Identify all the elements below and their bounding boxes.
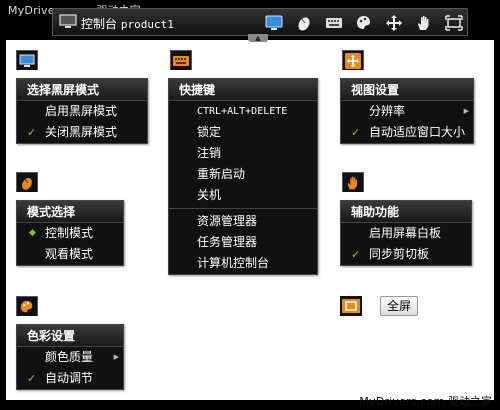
menu-item-logoff[interactable]: 注销 (169, 143, 317, 164)
menu-item-label: 注销 (197, 146, 222, 160)
top-toolbar: 控制台 product1 (52, 8, 468, 36)
submenu-arrow-icon: ▶ (463, 107, 469, 115)
app-window: MyDrivers.com 驱动之家 控制台 product1 (0, 0, 500, 410)
toolbar-title: 控制台 product1 (81, 17, 174, 31)
mouse-icon[interactable] (16, 172, 38, 192)
menu-item-label: 启用黑屏模式 (45, 104, 118, 118)
toolbar-collapse-tab[interactable]: ▲ (248, 34, 268, 42)
color-settings-menu: 色彩设置 颜色质量 ▶ ✓ 自动调节 (16, 324, 124, 390)
menu-item-shutdown[interactable]: 关机 (169, 185, 317, 206)
menu-item-auto-adjust[interactable]: ✓ 自动调节 (17, 368, 123, 389)
palette-icon[interactable] (353, 13, 375, 33)
menu-title: 辅助功能 (341, 201, 471, 223)
check-icon: ✓ (351, 126, 361, 139)
menu-item-label: 颜色质量 (45, 350, 94, 364)
menu-item-label: 分辨率 (369, 104, 406, 118)
menu-item-label: 关机 (197, 188, 222, 202)
menu-item-explorer[interactable]: 资源管理器 (169, 211, 317, 232)
menu-item-label: 任务管理器 (197, 235, 258, 249)
menu-item-label: 自动适应窗口大小 (369, 125, 466, 139)
menu-item-ctrl-alt-delete[interactable]: CTRL+ALT+DELETE (169, 101, 317, 122)
menu-item-label: 计算机控制台 (197, 256, 270, 270)
fullscreen-icon[interactable] (340, 296, 362, 316)
menu-item-label: 重新启动 (197, 167, 246, 181)
monitor-icon[interactable] (263, 13, 285, 33)
menu-item-disable-black-screen[interactable]: ✓ 关闭黑屏模式 (17, 122, 147, 143)
menu-separator (169, 208, 317, 209)
mode-select-menu: 模式选择 ◆ 控制模式 观看模式 (16, 200, 124, 266)
shortcut-menu: 快捷键 CTRL+ALT+DELETE 锁定 注销 重新启动 关机 资源管理器 … (168, 78, 318, 275)
hand-icon[interactable] (413, 13, 435, 33)
menu-title: 色彩设置 (17, 325, 123, 347)
check-icon: ✓ (27, 126, 37, 139)
menu-item-restart[interactable]: 重新启动 (169, 164, 317, 185)
hand-icon[interactable] (342, 172, 364, 192)
watermark-bottom: MyDrivers.com 驱动之家 (359, 395, 492, 408)
keyboard-icon[interactable] (170, 50, 192, 70)
menu-item-computer-console[interactable]: 计算机控制台 (169, 253, 317, 274)
menu-item-task-manager[interactable]: 任务管理器 (169, 232, 317, 253)
mouse-icon[interactable] (293, 13, 315, 33)
menu-item-label: 关闭黑屏模式 (45, 125, 118, 139)
move-icon[interactable] (342, 50, 364, 70)
menu-title: 快捷键 (169, 79, 317, 101)
fullscreen-icon[interactable] (443, 13, 465, 33)
menu-item-lock[interactable]: 锁定 (169, 122, 317, 143)
menu-title: 视图设置 (341, 79, 473, 101)
menu-item-label: 启用屏幕白板 (369, 226, 442, 240)
menu-item-label: 锁定 (197, 125, 222, 139)
menu-title: 模式选择 (17, 201, 123, 223)
menu-item-watch-mode[interactable]: 观看模式 (17, 244, 123, 265)
submenu-arrow-icon: ▶ (113, 353, 119, 361)
menu-item-sync-clipboard[interactable]: ✓ 同步剪切板 (341, 244, 471, 265)
menu-item-auto-fit-window[interactable]: ✓ 自动适应窗口大小 (341, 122, 473, 143)
menu-item-color-quality[interactable]: 颜色质量 ▶ (17, 347, 123, 368)
check-icon: ✓ (27, 372, 37, 385)
menu-item-label: 资源管理器 (197, 214, 258, 228)
assist-menu: 辅助功能 启用屏幕白板 ✓ 同步剪切板 (340, 200, 472, 266)
menu-item-enable-black-screen[interactable]: 启用黑屏模式 (17, 101, 147, 122)
keyboard-icon[interactable] (323, 13, 345, 33)
check-icon: ✓ (351, 248, 361, 261)
menu-item-label: 同步剪切板 (369, 247, 430, 261)
menu-item-label: CTRL+ALT+DELETE (197, 106, 288, 117)
palette-icon[interactable] (16, 296, 38, 316)
menu-item-resolution[interactable]: 分辨率 ▶ (341, 101, 473, 122)
menu-item-label: 观看模式 (45, 247, 94, 261)
menu-title: 选择黑屏模式 (17, 79, 147, 101)
menu-item-control-mode[interactable]: ◆ 控制模式 (17, 223, 123, 244)
fullscreen-button[interactable]: 全屏 (380, 296, 419, 316)
menu-item-whiteboard[interactable]: 启用屏幕白板 (341, 223, 471, 244)
menu-item-label: 自动调节 (45, 371, 94, 385)
toolbar-icons (263, 13, 465, 33)
black-screen-menu: 选择黑屏模式 启用黑屏模式 ✓ 关闭黑屏模式 (16, 78, 148, 144)
view-settings-menu: 视图设置 分辨率 ▶ ✓ 自动适应窗口大小 (340, 78, 474, 144)
radio-dot-icon: ◆ (29, 228, 36, 238)
move-icon[interactable] (383, 13, 405, 33)
monitor-icon (59, 14, 77, 28)
menu-item-label: 控制模式 (45, 226, 94, 240)
monitor-icon[interactable] (16, 50, 38, 70)
